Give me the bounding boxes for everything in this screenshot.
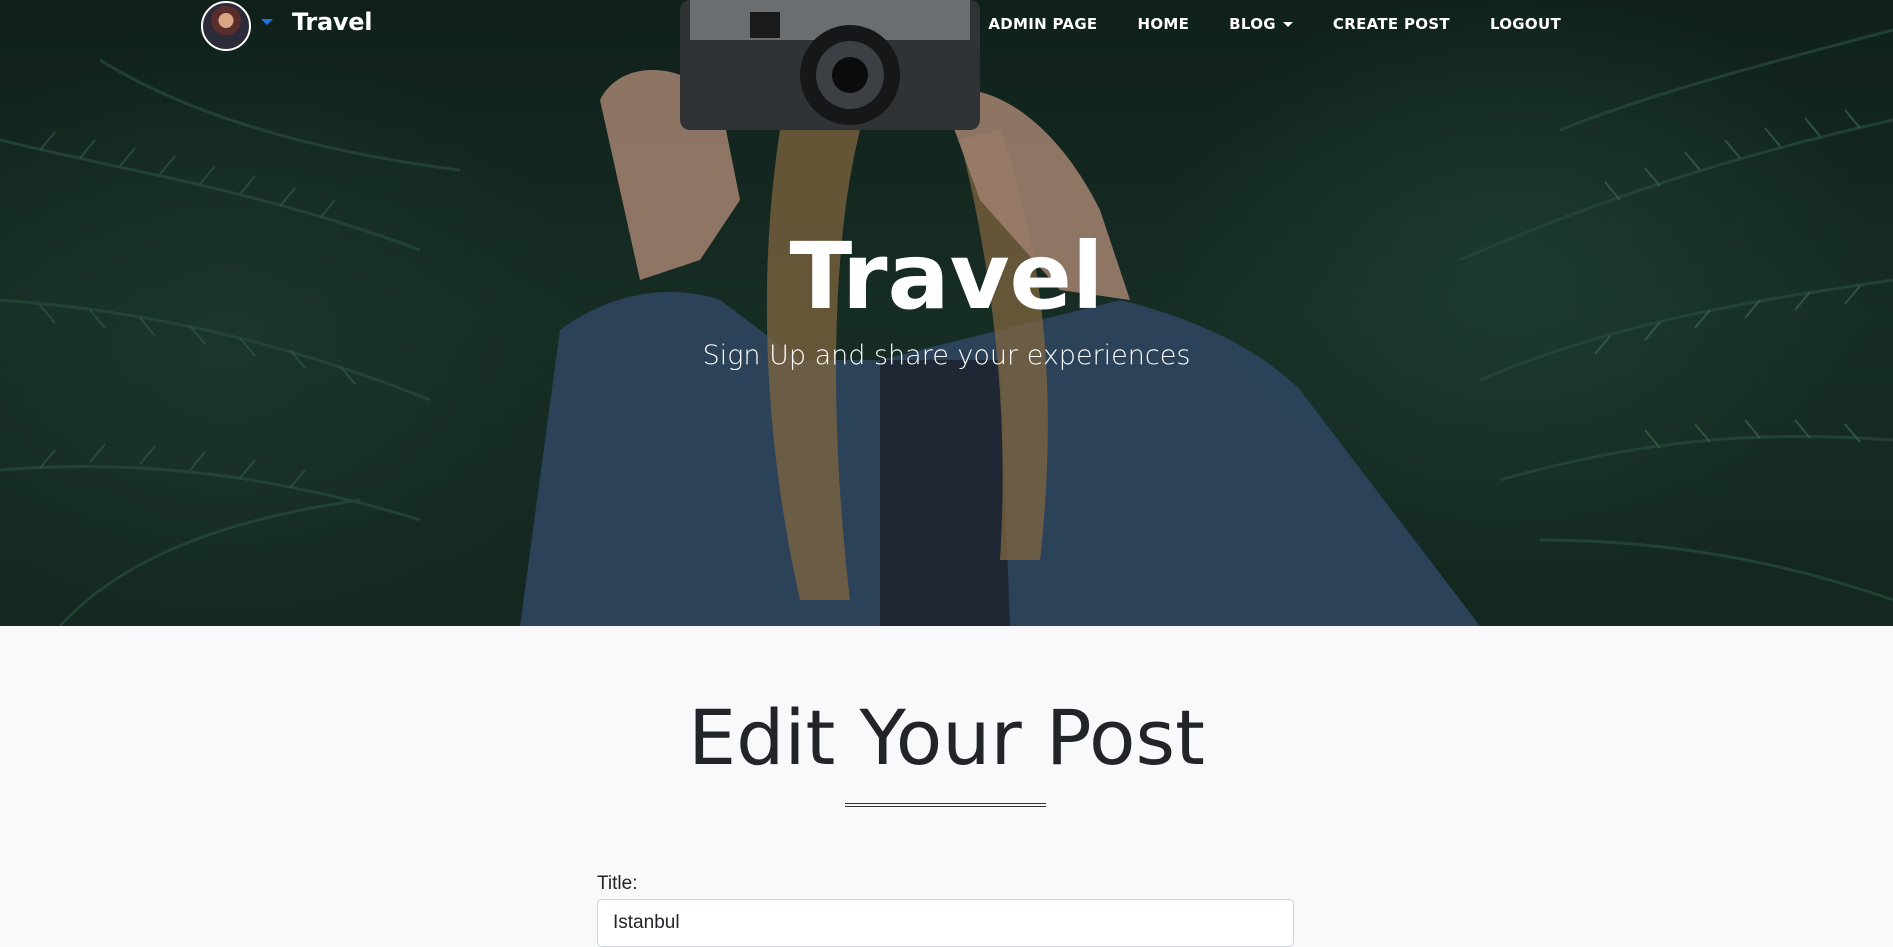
hero-title: Travel xyxy=(789,223,1104,330)
nav-logout[interactable]: LOGOUT xyxy=(1470,15,1581,33)
nav-home[interactable]: HOME xyxy=(1117,15,1209,33)
nav-create-post-label: CREATE POST xyxy=(1332,15,1450,33)
navbar: Travel ADMIN PAGE HOME BLOG CREATE POST … xyxy=(0,0,1893,51)
main-content: Edit Your Post Title: xyxy=(0,626,1893,947)
hero-banner: Travel ADMIN PAGE HOME BLOG CREATE POST … xyxy=(0,0,1893,626)
title-divider xyxy=(845,803,1046,807)
caret-down-icon[interactable] xyxy=(261,19,273,25)
nav-blog-dropdown[interactable]: BLOG xyxy=(1209,15,1313,33)
nav-home-label: HOME xyxy=(1137,15,1190,33)
nav-logout-label: LOGOUT xyxy=(1489,15,1561,33)
nav-blog-label: BLOG xyxy=(1229,15,1276,33)
nav-admin-page-label: ADMIN PAGE xyxy=(988,15,1098,33)
hero-subtitle: Sign Up and share your experiences xyxy=(702,340,1191,371)
user-avatar[interactable] xyxy=(201,1,251,51)
caret-down-icon xyxy=(1282,21,1293,27)
title-label: Title: xyxy=(597,873,638,894)
brand-link[interactable]: Travel xyxy=(292,8,372,36)
page-title: Edit Your Post xyxy=(688,693,1205,782)
title-input[interactable] xyxy=(597,899,1294,947)
nav-links: ADMIN PAGE HOME BLOG CREATE POST LOGOUT xyxy=(968,15,1581,33)
nav-create-post[interactable]: CREATE POST xyxy=(1313,15,1470,33)
nav-admin-page[interactable]: ADMIN PAGE xyxy=(968,15,1117,33)
